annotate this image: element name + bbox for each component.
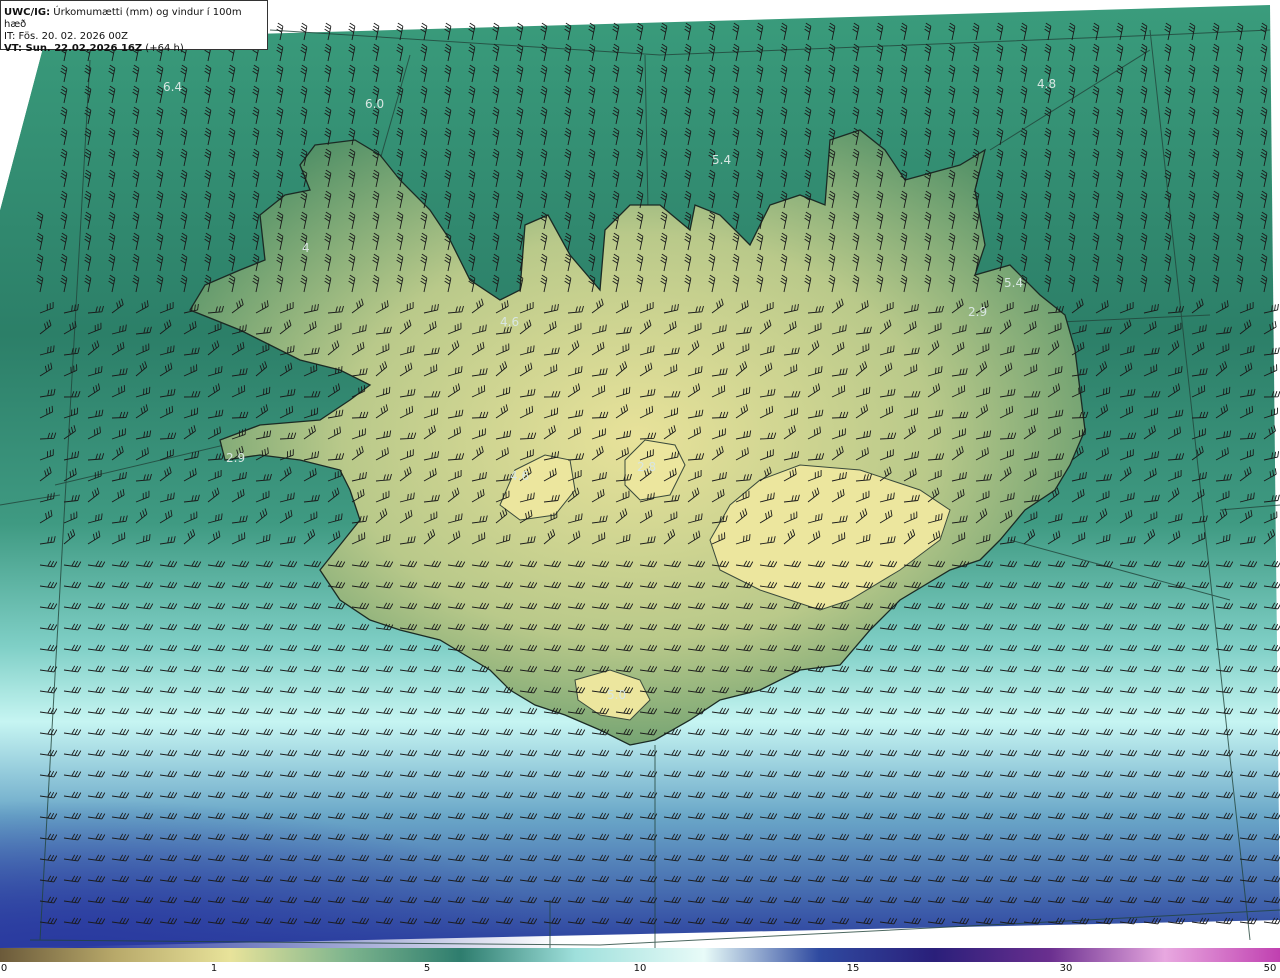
value-label: 4.6 <box>510 469 529 483</box>
value-label: 6.4 <box>163 80 182 94</box>
value-label: 5.4 <box>712 153 731 167</box>
forecast-lead: (+64 h) <box>142 43 184 54</box>
value-label: 5.4 <box>1004 276 1023 290</box>
colorbar-tick: 1 <box>210 963 218 974</box>
colorbar-tick: 15 <box>846 963 860 974</box>
title-box: UWC/IG: Úrkomumætti (mm) og vindur í 100… <box>0 0 268 54</box>
deep-blue-region <box>0 700 800 948</box>
value-label: 6.0 <box>365 97 384 111</box>
colorbar-tick: 50 <box>1263 963 1277 974</box>
init-time: IT: Fös. 20. 02. 2026 00Z <box>4 31 128 42</box>
value-label: 4.8 <box>1037 77 1056 91</box>
value-label: 4.6 <box>500 315 519 329</box>
value-label: 2.9 <box>968 305 987 319</box>
colorbar-tick: 30 <box>1059 963 1073 974</box>
value-label: 4 <box>302 241 310 255</box>
colorbar-tick: 0 <box>0 963 8 974</box>
value-label: 2.9 <box>226 451 245 465</box>
valid-time: VT: Sun. 22.02.2026 16Z <box>4 43 143 54</box>
colorbar-tick: 5 <box>423 963 431 974</box>
product-code: UWC/IG: <box>4 7 51 18</box>
colorbar-strip <box>0 948 1280 962</box>
colorbar: 0 1 5 10 15 30 50 <box>0 948 1280 978</box>
colorbar-tick: 10 <box>633 963 647 974</box>
value-label: 5.0 <box>607 688 626 702</box>
value-label: 2.8 <box>637 460 656 474</box>
forecast-map: 6.4 6.0 5.4 4.8 4.6 5.4 2.9 2.9 4.6 5.0 … <box>0 0 1280 948</box>
